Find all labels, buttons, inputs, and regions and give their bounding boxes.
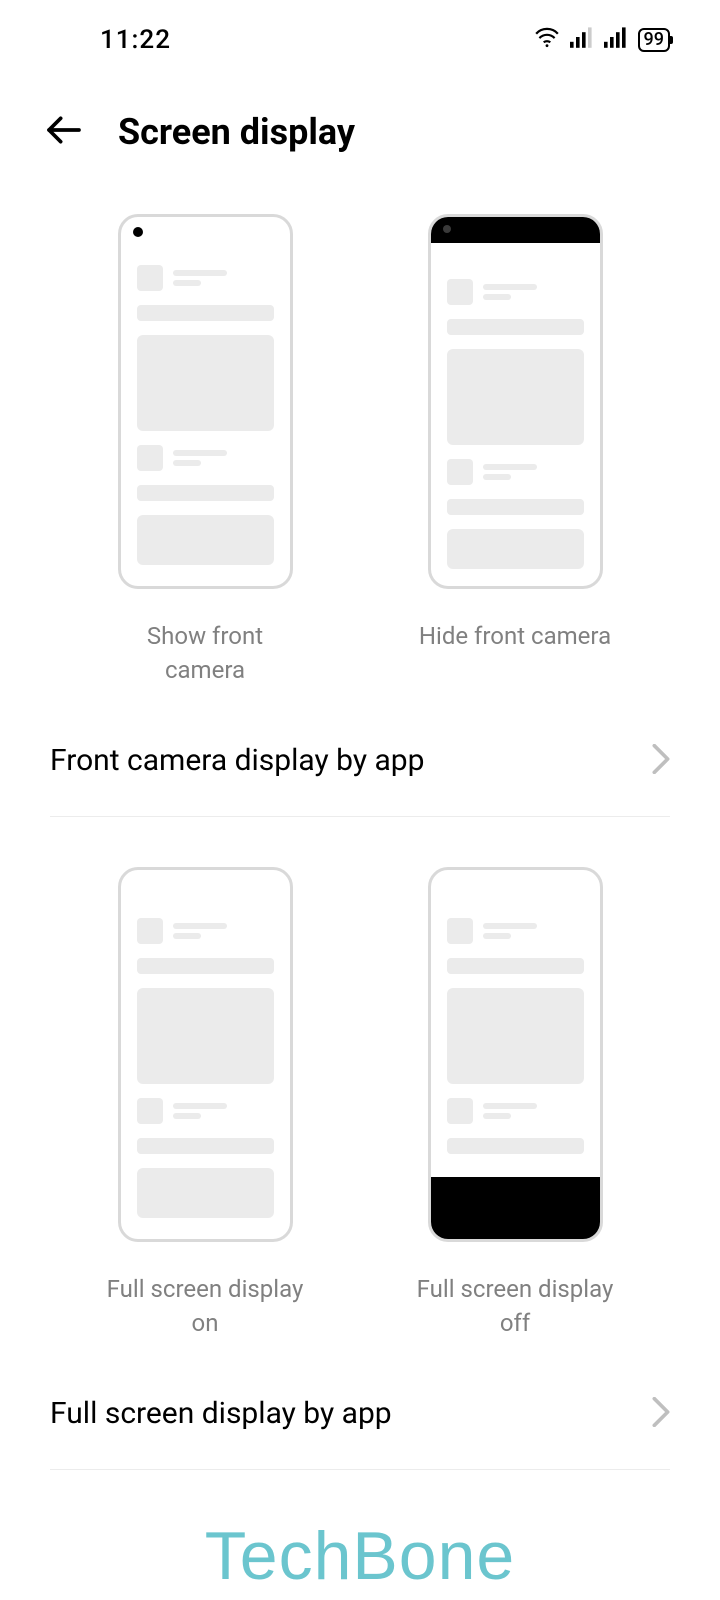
full-screen-by-app-row[interactable]: Full screen display by app	[0, 1358, 720, 1469]
full-screen-options: Full screen display on Full screen displ…	[0, 817, 720, 1358]
status-bar: 11:22 99	[0, 0, 720, 60]
wifi-icon	[534, 25, 560, 55]
battery-icon: 99	[638, 28, 670, 52]
phone-preview-show-camera	[118, 214, 293, 589]
watermark: TechBone	[0, 1522, 720, 1600]
option-show-front-camera[interactable]: Show front camera	[105, 214, 305, 687]
page-header: Screen display	[0, 60, 720, 184]
option-label: Hide front camera	[419, 619, 611, 687]
phone-preview-hide-camera	[428, 214, 603, 589]
option-label: Show front camera	[105, 619, 305, 687]
front-camera-options: Show front camera Hide front camera	[0, 184, 720, 705]
phone-preview-fullscreen-on	[118, 867, 293, 1242]
option-label: Full screen display off	[415, 1272, 615, 1340]
chevron-right-icon	[652, 1397, 670, 1431]
back-arrow-icon[interactable]	[44, 110, 84, 154]
divider	[50, 1469, 670, 1470]
option-hide-front-camera[interactable]: Hide front camera	[415, 214, 615, 687]
phone-preview-fullscreen-off	[428, 867, 603, 1242]
setting-label: Front camera display by app	[50, 743, 425, 778]
setting-label: Full screen display by app	[50, 1396, 392, 1431]
status-indicators: 99	[534, 25, 670, 55]
page-title: Screen display	[118, 111, 355, 153]
option-full-screen-on[interactable]: Full screen display on	[105, 867, 305, 1340]
option-label: Full screen display on	[105, 1272, 305, 1340]
front-camera-by-app-row[interactable]: Front camera display by app	[0, 705, 720, 816]
option-full-screen-off[interactable]: Full screen display off	[415, 867, 615, 1340]
signal-1-icon	[570, 25, 594, 55]
chevron-right-icon	[652, 744, 670, 778]
signal-2-icon	[604, 25, 628, 55]
status-time: 11:22	[100, 25, 171, 55]
